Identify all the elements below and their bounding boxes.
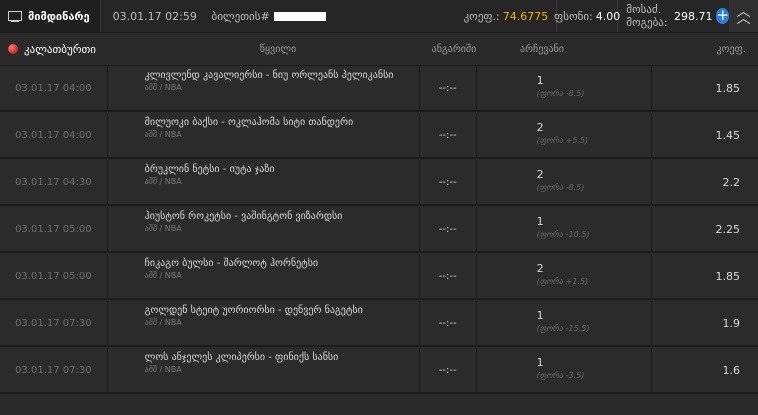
current-datetime: 03.01.17 02:59 xyxy=(112,9,197,23)
event-league: აშშ / NBA xyxy=(144,365,182,374)
live-tab-label: მიმდინარე xyxy=(28,9,90,23)
row-coef: 1.45 xyxy=(715,128,741,142)
col-event: წყვილი xyxy=(259,43,297,55)
col-score: ანგარიში xyxy=(431,43,477,55)
table-row[interactable]: 03.01.17 04:30 ბრუკლინ ნეტსი - იუტა ჯაზი… xyxy=(0,160,758,206)
row-event: მილუოკი ბაქსი - ოკლაჰომა სიტი თანდერი აშ… xyxy=(108,113,420,157)
monitor-icon xyxy=(8,10,22,22)
row-date: 03.01.17 04:30 xyxy=(0,160,108,204)
row-event: ჩიკაგო ბულსი - შარლოტ ჰორნეტსი აშშ / NBA xyxy=(108,254,420,298)
basketball-icon xyxy=(8,44,18,54)
event-name: ჩიკაგო ბულსი - შარლოტ ჰორნეტსი xyxy=(144,258,319,269)
event-league: აშშ / NBA xyxy=(144,271,182,280)
outcome-handicap: (ფორა -8.5) xyxy=(536,89,585,98)
row-coef: 2.25 xyxy=(715,222,741,236)
event-league: აშშ / NBA xyxy=(144,130,182,139)
outcome-value: 2 xyxy=(536,121,544,134)
row-score: --:-- xyxy=(420,254,477,298)
outcome-handicap: (ფორა +1.5) xyxy=(536,277,589,286)
live-tab[interactable]: მიმდინარე xyxy=(0,0,101,32)
row-score: --:-- xyxy=(420,66,477,110)
row-date: 03.01.17 04:00 xyxy=(0,66,108,110)
outcome-value: 1 xyxy=(536,309,544,322)
event-name: მილუოკი ბაქსი - ოკლაჰომა სიტი თანდერი xyxy=(144,117,354,128)
row-event: გოლდენ სტეიტ უორიორსი - დენვერ ნაგეტსი ა… xyxy=(108,301,420,345)
coef-value: 74.6775 xyxy=(502,9,549,23)
outcome-handicap: (ფორა -8.5) xyxy=(536,183,585,192)
outcome-value: 1 xyxy=(536,74,544,87)
row-score: --:-- xyxy=(420,113,477,157)
outcome-value: 1 xyxy=(536,215,544,228)
ticket-number: ბილეთის# xyxy=(198,10,449,23)
row-outcome: 1 (ფორა -3.5) xyxy=(477,348,653,392)
row-coef: 1.9 xyxy=(722,316,741,330)
outcome-handicap: (ფორა -10.5) xyxy=(536,230,590,239)
row-outcome: 1 (ფორა -15.5) xyxy=(477,301,653,345)
ticket-label: ბილეთის# xyxy=(211,9,270,23)
redacted-ticket-id xyxy=(273,11,326,21)
row-score: --:-- xyxy=(420,348,477,392)
row-coef: 2.2 xyxy=(722,175,741,189)
col-coef: კოეფ. xyxy=(716,43,746,55)
stake-amount: ფსონი: 4.00 xyxy=(554,0,621,32)
chevron-up-icon: ︿ ︿ xyxy=(736,4,751,27)
event-name: ლოს ანჯელეს კლიპერსი - ფინიქს სანსი xyxy=(144,352,339,363)
outcome-handicap: (ფორა -3.5) xyxy=(536,371,585,380)
table-header: კალათბურთი წყვილი ანგარიში არჩევანი კოეფ… xyxy=(0,33,758,66)
event-league: აშშ / NBA xyxy=(144,83,182,92)
win-value: 298.71 xyxy=(673,9,713,23)
outcome-handicap: (ფორა -15.5) xyxy=(536,324,590,333)
sport-title-label: კალათბურთი xyxy=(24,42,96,56)
top-bar: მიმდინარე 03.01.17 02:59 ბილეთის# კოეფ.:… xyxy=(0,0,758,33)
event-name: ჰიუსტონ როკეტსი - ვაშინგტონ ვიზარდსი xyxy=(144,211,343,222)
collapse-button[interactable]: ︿ ︿ xyxy=(729,0,758,32)
row-outcome: 2 (ფორა +1.5) xyxy=(477,254,653,298)
amount-value: 4.00 xyxy=(595,9,621,23)
row-event: ბრუკლინ ნეტსი - იუტა ჯაზი აშშ / NBA xyxy=(108,160,420,204)
events-list: 03.01.17 04:00 კლივლენდ კავალიერსი - ნიუ… xyxy=(0,66,758,394)
row-date: 03.01.17 05:00 xyxy=(0,207,108,251)
event-league: აშშ / NBA xyxy=(144,177,182,186)
add-button[interactable]: + xyxy=(716,8,730,24)
event-league: აშშ / NBA xyxy=(144,318,182,327)
event-league: აშშ / NBA xyxy=(144,224,182,233)
row-date: 03.01.17 05:00 xyxy=(0,254,108,298)
row-coef: 1.85 xyxy=(715,81,741,95)
row-date: 03.01.17 07:30 xyxy=(0,301,108,345)
row-outcome: 1 (ფორა -10.5) xyxy=(477,207,653,251)
total-coefficient: კოეფ.: 74.6775 xyxy=(449,0,558,32)
coef-label: კოეფ.: xyxy=(463,9,500,23)
row-coef: 1.85 xyxy=(715,269,741,283)
table-row[interactable]: 03.01.17 05:00 ჰიუსტონ როკეტსი - ვაშინგტ… xyxy=(0,207,758,253)
amount-label: ფსონი: xyxy=(554,9,593,23)
row-date: 03.01.17 04:00 xyxy=(0,113,108,157)
table-row[interactable]: 03.01.17 04:00 მილუოკი ბაქსი - ოკლაჰომა … xyxy=(0,113,758,159)
event-name: კლივლენდ კავალიერსი - ნიუ ორლეანს პელიკა… xyxy=(144,70,394,81)
outcome-value: 2 xyxy=(536,168,544,181)
table-row[interactable]: 03.01.17 04:00 კლივლენდ კავალიერსი - ნიუ… xyxy=(0,66,758,112)
row-event: ჰიუსტონ როკეტსი - ვაშინგტონ ვიზარდსი აშშ… xyxy=(108,207,420,251)
row-score: --:-- xyxy=(420,301,477,345)
possible-win: მოსაძ. მოგება: 298.71 + xyxy=(618,0,730,32)
sport-title: კალათბურთი xyxy=(0,43,136,56)
table-row[interactable]: 03.01.17 07:30 ლოს ანჯელეს კლიპერსი - ფი… xyxy=(0,348,758,394)
row-coef: 1.6 xyxy=(722,363,741,377)
event-name: ბრუკლინ ნეტსი - იუტა ჯაზი xyxy=(144,164,275,175)
col-outcome: არჩევანი xyxy=(520,43,564,55)
row-outcome: 2 (ფორა +5.5) xyxy=(477,113,653,157)
win-label: მოსაძ. მოგება: xyxy=(626,3,668,29)
row-outcome: 2 (ფორა -8.5) xyxy=(477,160,653,204)
table-row[interactable]: 03.01.17 05:00 ჩიკაგო ბულსი - შარლოტ ჰორ… xyxy=(0,254,758,300)
outcome-value: 1 xyxy=(536,356,544,369)
row-score: --:-- xyxy=(420,160,477,204)
row-outcome: 1 (ფორა -8.5) xyxy=(477,66,653,110)
row-score: --:-- xyxy=(420,207,477,251)
row-event: კლივლენდ კავალიერსი - ნიუ ორლეანს პელიკა… xyxy=(108,66,420,110)
row-date: 03.01.17 07:30 xyxy=(0,348,108,392)
table-row[interactable]: 03.01.17 07:30 გოლდენ სტეიტ უორიორსი - დ… xyxy=(0,301,758,347)
row-event: ლოს ანჯელეს კლიპერსი - ფინიქს სანსი აშშ … xyxy=(108,348,420,392)
outcome-value: 2 xyxy=(536,262,544,275)
event-name: გოლდენ სტეიტ უორიორსი - დენვერ ნაგეტსი xyxy=(144,305,363,316)
outcome-handicap: (ფორა +5.5) xyxy=(536,136,589,145)
